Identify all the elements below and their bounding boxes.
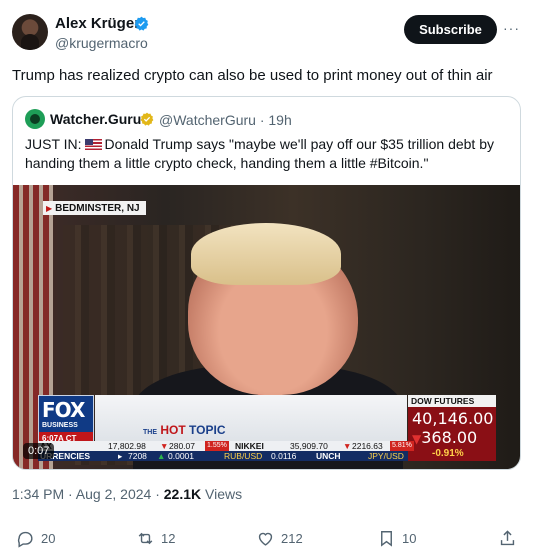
repost-button[interactable]: 12 [136, 526, 175, 550]
repost-count: 12 [161, 530, 176, 546]
bookmark-icon [381, 530, 392, 547]
news-ticker: FOX BUSINESS 6:07A CT THE HOT TOPIC DOW … [38, 393, 496, 461]
subscribe-button[interactable]: Subscribe [404, 15, 497, 44]
verified-gold-badge-icon [140, 112, 154, 126]
hot-topic-title: THE HOT TOPIC [143, 423, 225, 437]
us-flag-icon [84, 139, 102, 150]
dow-futures-box: DOW FUTURES 40,146.00 ▼368.00 -0.91% [408, 395, 496, 461]
reply-icon [17, 531, 33, 548]
ticker-row-currencies: URRENCIES ▸ 7208 ▲ 0.0001 RUB/USD 0.0116… [38, 451, 408, 461]
dow-change-value: 368.00 [421, 428, 478, 447]
ticker-value: 2216.63 [352, 441, 383, 451]
play-marker-icon: ▶ [46, 203, 53, 213]
location-tag: ▶ BEDMINSTER, NJ [43, 201, 146, 215]
like-button[interactable]: 212 [256, 526, 303, 550]
author-name[interactable]: Alex Krüger [55, 15, 140, 32]
share-icon [500, 529, 515, 545]
ticker-value: 0.0001 [168, 451, 194, 461]
dow-futures-value: 40,146.00 [412, 409, 494, 428]
quoted-author-avatar[interactable] [25, 109, 45, 129]
more-options-icon[interactable]: ··· [503, 20, 520, 36]
repost-icon [138, 532, 153, 544]
ticker-label: JPY/USD [368, 451, 404, 461]
dow-futures-percent: -0.91% [432, 448, 464, 459]
ticker-value: 35,909.70 [290, 441, 328, 451]
ticker-value: 7208 [128, 451, 147, 461]
quoted-tweet[interactable]: Watcher.Guru @WatcherGuru · 19h JUST IN:… [12, 96, 521, 470]
ticker-value: 17,802.98 [108, 441, 146, 451]
logo-business-text: BUSINESS [42, 422, 78, 429]
ticker-label: UNCH [316, 451, 341, 461]
quoted-author-name[interactable]: Watcher.Guru [50, 111, 141, 127]
views-label: Views [205, 486, 243, 502]
hot-topic-hot: HOT [160, 423, 186, 437]
ticker-value: 0.0116 [271, 451, 297, 461]
ticker-row-markets: AX 17,802.98 ▼ 280.07 1.55% NIKKEI 35,90… [38, 441, 414, 451]
like-count: 212 [281, 530, 303, 546]
ticker-label: NIKKEI [235, 441, 264, 451]
lower-third-band [95, 395, 407, 441]
reply-button[interactable]: 20 [16, 526, 55, 550]
author-avatar[interactable] [12, 14, 48, 50]
ticker-value: 280.07 [169, 441, 195, 451]
video-duration-badge: 0:07 [23, 443, 55, 459]
ticker-label: RUB/USD [224, 451, 263, 461]
bookmark-button[interactable]: 10 [377, 526, 416, 550]
location-text: BEDMINSTER, NJ [55, 202, 140, 214]
tweet-text: Trump has realized crypto can also be us… [12, 67, 493, 84]
dow-futures-change: ▼368.00 [412, 428, 477, 447]
quoted-text-prefix: JUST IN: [25, 136, 82, 152]
video-player[interactable]: ▶ BEDMINSTER, NJ FOX BUSINESS 6:07A CT T… [13, 185, 520, 469]
speaker-hair [191, 223, 341, 285]
logo-fox-text: FOX [42, 398, 85, 422]
heart-icon [258, 532, 273, 546]
hot-topic-the: THE [143, 429, 157, 436]
share-button[interactable] [498, 526, 517, 550]
tweet-timestamp[interactable]: 1:34 PM · Aug 2, 2024 · [12, 486, 160, 502]
action-bar: 20 12 212 10 [0, 526, 533, 550]
bookmark-count: 10 [402, 530, 417, 546]
author-handle[interactable]: @krugermacro [55, 35, 148, 51]
quoted-tweet-text: JUST IN: Donald Trump says "maybe we'll p… [25, 135, 511, 173]
reply-count: 20 [41, 530, 56, 546]
ticker-percent: 1.55% [205, 441, 229, 451]
views-count: 22.1K [163, 486, 202, 502]
ticker-percent: 5.81% [390, 441, 414, 451]
dow-futures-label: DOW FUTURES [408, 395, 496, 407]
tweet-metadata: 1:34 PM · Aug 2, 2024 · 22.1K Views [12, 486, 242, 502]
verified-badge-icon [134, 16, 149, 31]
hot-topic-topic: TOPIC [189, 423, 226, 437]
quoted-author-handle-time[interactable]: @WatcherGuru · 19h [159, 112, 292, 128]
network-logo: FOX BUSINESS 6:07A CT [38, 395, 94, 445]
